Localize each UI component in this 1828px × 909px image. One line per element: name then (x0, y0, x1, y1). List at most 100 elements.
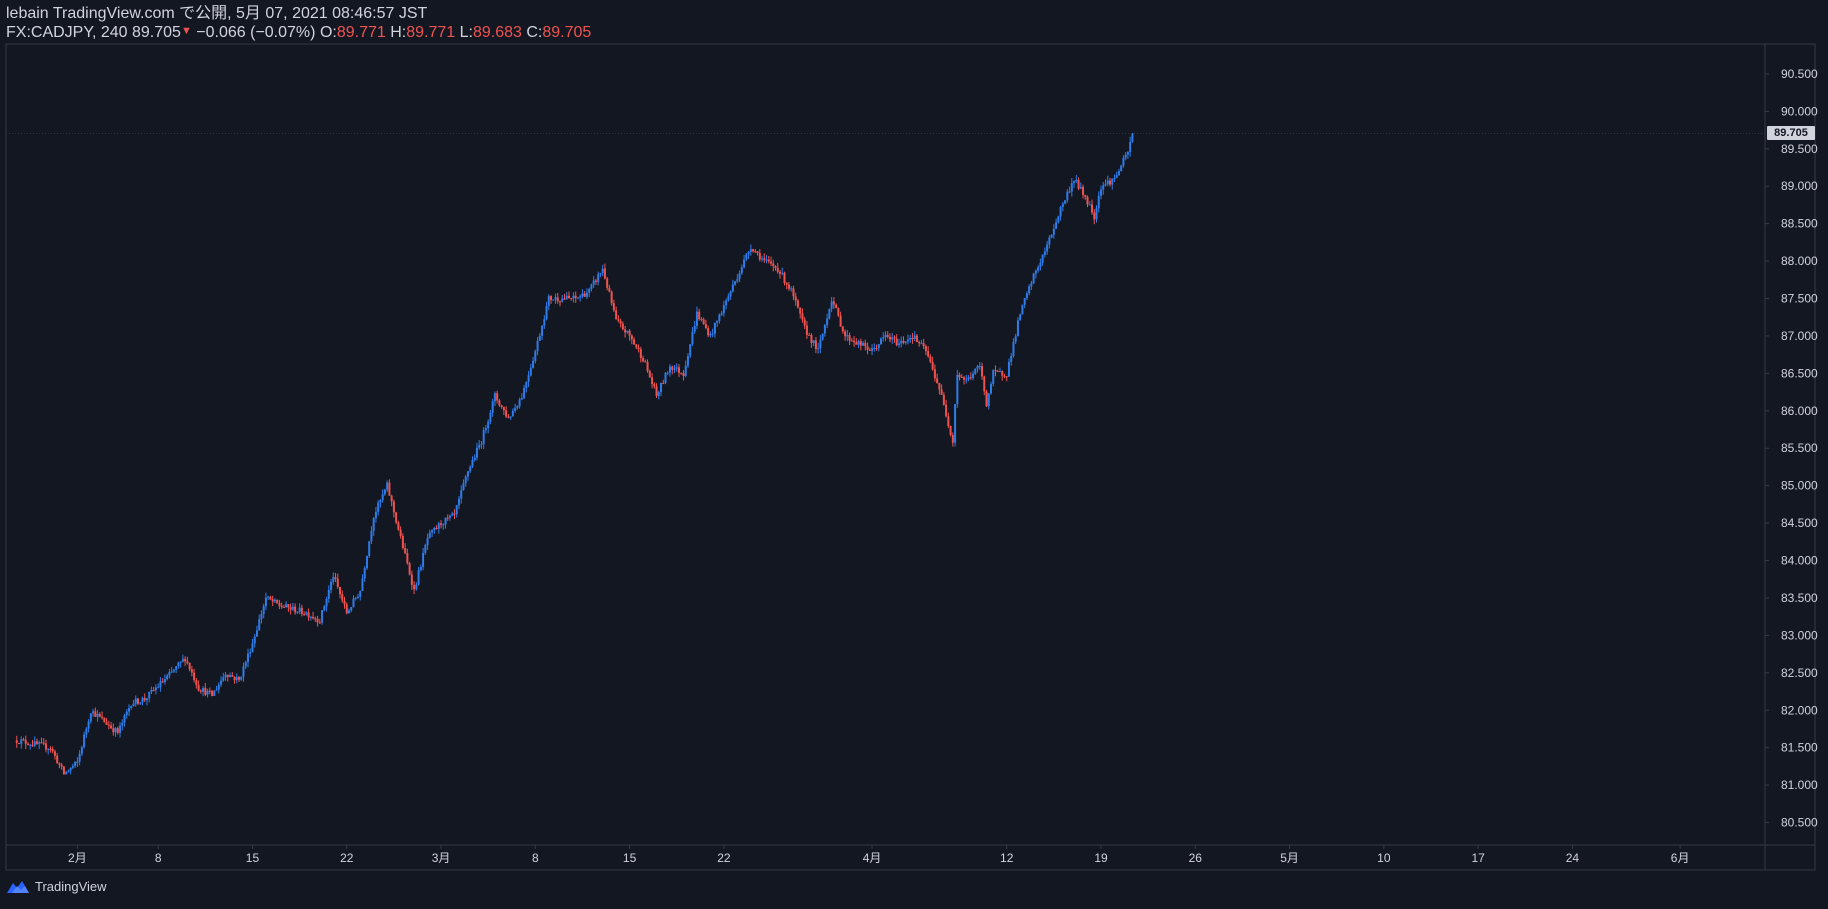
candle-body (1099, 189, 1102, 196)
candle-body (626, 330, 629, 333)
candle-body (702, 319, 705, 325)
candle-body (289, 607, 292, 610)
candle-body (469, 466, 472, 472)
candle-body (579, 296, 582, 298)
candle-body (617, 319, 620, 321)
x-tick-label: 3月 (432, 851, 451, 865)
candle-body (550, 296, 553, 300)
candle-body (507, 416, 510, 418)
x-tick-label: 5月 (1280, 851, 1299, 865)
candle-body (179, 661, 182, 663)
footer-brand[interactable]: TradingView (6, 879, 107, 894)
candle-body (193, 672, 196, 681)
candle-body (1005, 376, 1008, 378)
candle-body (251, 643, 254, 653)
candle-body (139, 702, 142, 704)
candle-body (428, 532, 431, 538)
y-tick-label: 90.500 (1781, 67, 1818, 81)
candle-body (832, 301, 835, 305)
candle-body (922, 343, 925, 346)
candle-body (783, 272, 786, 283)
candle-body (1007, 361, 1010, 377)
y-tick-label: 82.000 (1781, 703, 1818, 717)
candle-body (377, 502, 380, 512)
candle-body (1082, 186, 1085, 195)
candle-body (184, 658, 187, 662)
candle-body (675, 367, 678, 369)
candle-body (985, 391, 988, 407)
candle-body (893, 337, 896, 339)
candle-body (157, 687, 160, 689)
candle-body (725, 300, 728, 306)
candle-body (841, 326, 844, 332)
candle-body (354, 598, 357, 600)
candle-body (541, 325, 544, 336)
candle-body (1131, 133, 1134, 142)
candle-body (850, 340, 853, 342)
candle-body (1064, 200, 1067, 204)
candle-body (392, 501, 395, 513)
y-tick-label: 84.500 (1781, 516, 1818, 530)
candle-body (940, 389, 943, 395)
candle-body (246, 653, 249, 663)
candle-body (186, 661, 189, 663)
candle-body (154, 687, 157, 691)
candle-body (765, 259, 768, 261)
candle-body (339, 587, 342, 595)
candle-body (633, 339, 636, 345)
candle-body (996, 371, 999, 373)
candle-body (121, 722, 124, 726)
candle-body (693, 325, 696, 332)
candle-body (619, 320, 622, 324)
candle-body (278, 603, 281, 606)
candle-body (1041, 254, 1044, 263)
candle-body (24, 739, 27, 744)
candle-body (523, 387, 526, 399)
candle-body (368, 541, 371, 556)
candle-body (493, 393, 496, 402)
candle-body (684, 365, 687, 377)
candle-body (496, 393, 499, 401)
candle-body (318, 622, 321, 624)
candle-body (747, 251, 750, 255)
candle-body (177, 662, 180, 667)
candle-body (51, 748, 54, 752)
candle-body (249, 652, 252, 654)
candle-body (776, 267, 779, 272)
candle-body (713, 322, 716, 334)
candle-body (67, 770, 70, 772)
candle-body (300, 607, 303, 614)
candle-body (361, 578, 364, 591)
candle-body (1088, 204, 1091, 206)
candle-body (40, 742, 43, 744)
candle-body (372, 518, 375, 531)
candle-body (637, 347, 640, 350)
candle-body (484, 428, 487, 431)
candle-body (244, 662, 247, 667)
candle-body (895, 338, 898, 346)
candle-body (581, 293, 584, 297)
candle-body (305, 612, 308, 615)
candle-body (823, 325, 826, 334)
candle-body (875, 348, 878, 350)
candle-body (408, 563, 411, 575)
candle-body (65, 771, 68, 775)
candle-body (78, 753, 81, 762)
candle-body (49, 748, 52, 750)
x-tick-label: 24 (1566, 851, 1580, 865)
candle-body (761, 258, 764, 260)
candle-body (976, 366, 979, 369)
candle-body (639, 349, 642, 358)
y-tick-label: 89.000 (1781, 179, 1818, 193)
candle-body (698, 311, 701, 320)
candle-body (635, 344, 638, 348)
candle-body (264, 597, 267, 607)
candle-body (260, 614, 263, 620)
candle-body (1115, 174, 1118, 178)
y-tick-label: 87.500 (1781, 292, 1818, 306)
candle-body (848, 335, 851, 341)
price-chart[interactable]: 80.500 81.000 81.500 82.000 82.500 83.000 83.5… (0, 0, 1828, 909)
candle-body (752, 249, 755, 252)
candle-body (44, 743, 47, 750)
candle-body (644, 361, 647, 363)
